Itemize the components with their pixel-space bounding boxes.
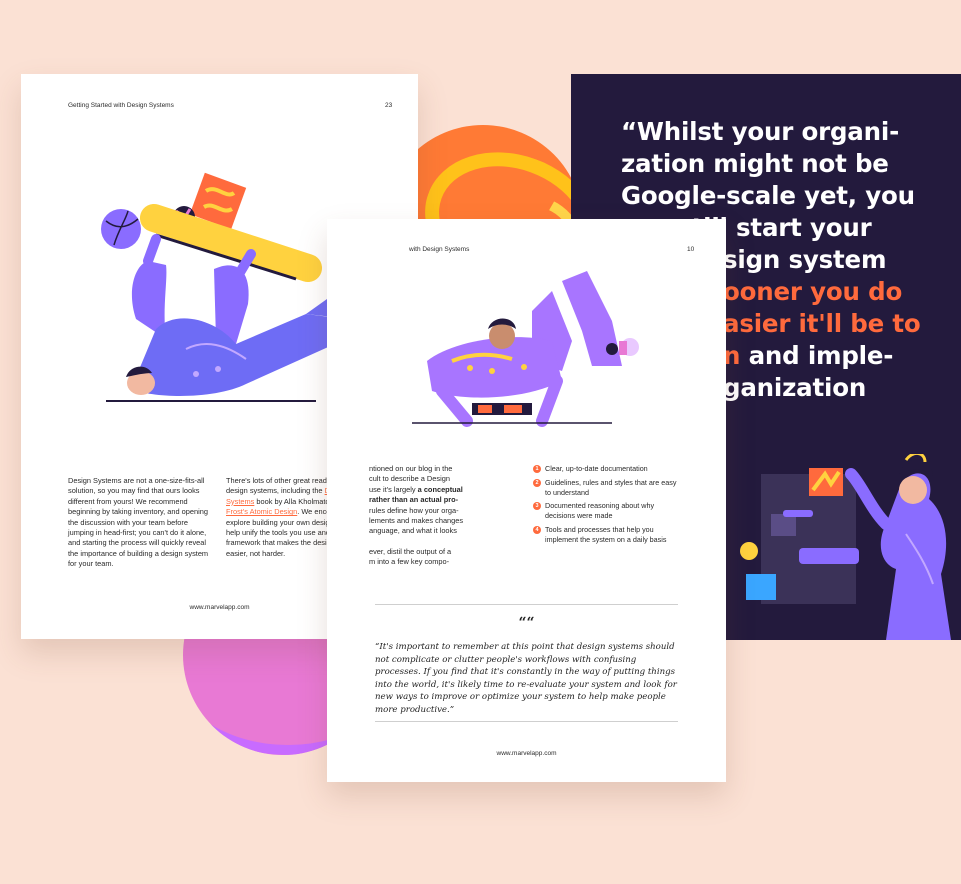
- body-text: anguage, and what it looks: [369, 526, 457, 536]
- body-column-1: Design Systems are not a one-size-fits-a…: [68, 476, 209, 569]
- divider: [375, 604, 678, 605]
- pull-quote-line: zation might not be: [621, 149, 889, 178]
- body-text: use it's largely: [369, 484, 418, 494]
- number-badge: 2: [533, 478, 541, 487]
- brochure-page-right: with Design Systems 10 ntioned on our bl…: [327, 219, 726, 782]
- list-item: 1 Clear, up-to-date documentation: [533, 464, 683, 474]
- body-text: rules define how your orga-: [369, 505, 459, 515]
- list-item: 2 Guidelines, rules and styles that are e…: [533, 478, 683, 498]
- footer-url: www.marvelapp.com: [496, 750, 557, 757]
- quote-mark-icon: ““: [518, 615, 535, 631]
- person-drawing-illustration: [412, 271, 639, 427]
- body-text: lements and makes changes: [369, 516, 464, 526]
- body-column: ntioned on our blog in the cult to descr…: [369, 464, 519, 568]
- numbered-list: 1 Clear, up-to-date documentation 2 Guidel…: [533, 464, 683, 549]
- list-item: 3 Documented reasoning about why decision…: [533, 501, 683, 521]
- body-text-bold: rather than an actual pro-: [369, 495, 459, 505]
- pull-quote-line: “Whilst your organi-: [621, 117, 900, 146]
- page-number: 23: [385, 102, 393, 109]
- body-text: m into a few key compo-: [369, 557, 450, 567]
- team-board-illustration: [740, 454, 951, 640]
- athlete-pencil-illustration: [101, 172, 351, 402]
- pull-quote-line: and imple-: [740, 341, 894, 370]
- running-title: with Design Systems: [409, 246, 470, 253]
- divider: [375, 721, 678, 722]
- block-quote: “It's important to remember at this poin…: [375, 642, 677, 715]
- running-title: Getting Started with Design Systems: [68, 102, 174, 109]
- body-text-bold: a conceptual: [417, 484, 463, 494]
- body-text: cult to describe a Design: [369, 474, 450, 484]
- body-text: ntioned on our blog in the: [369, 464, 453, 473]
- page-number: 10: [687, 246, 695, 253]
- pull-quote-line: Google-scale yet, you: [621, 181, 915, 210]
- number-badge: 3: [533, 502, 541, 511]
- body-text: ever, distil the output of a: [369, 546, 452, 556]
- brochure-showcase: “Whilst your organi- zation might not be…: [0, 0, 961, 884]
- number-badge: 4: [533, 525, 541, 534]
- number-badge: 1: [533, 465, 541, 473]
- list-item: 4 Tools and processes that help you imple…: [533, 525, 683, 545]
